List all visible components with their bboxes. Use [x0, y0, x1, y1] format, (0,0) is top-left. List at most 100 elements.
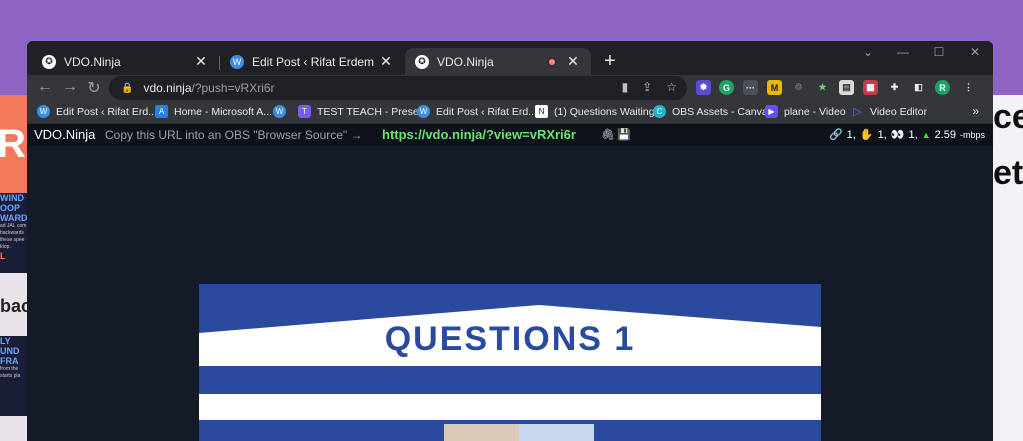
- bookmark-label: Home - Microsoft A...: [174, 105, 273, 118]
- reload-icon[interactable]: ↻: [84, 78, 104, 98]
- bookmark-item[interactable]: W Edit Post ‹ Rifat Erd...: [417, 105, 537, 118]
- extensions-puzzle-icon[interactable]: ✚: [887, 80, 902, 95]
- minimize-icon[interactable]: —: [893, 45, 913, 59]
- hand-icon: ✋: [859, 129, 874, 141]
- video-icon: ▶: [765, 105, 778, 118]
- bookmarks-more-button[interactable]: »: [972, 104, 979, 118]
- extension-star-icon[interactable]: ★: [815, 80, 830, 95]
- background-right-panel: [993, 95, 1023, 441]
- tab-search-icon[interactable]: ⌄: [858, 45, 878, 59]
- tab-vdo-ninja-1[interactable]: ✪ VDO.Ninja ✕: [32, 48, 219, 75]
- close-icon[interactable]: ✕: [193, 53, 209, 70]
- bookmark-item[interactable]: A Home - Microsoft A...: [155, 105, 272, 118]
- bookmarks-bar: W Edit Post ‹ Rifat Erd... A Home - Micr…: [27, 101, 993, 124]
- maximize-icon[interactable]: ☐: [929, 45, 949, 59]
- bg-card1-line: WIND: [0, 193, 24, 203]
- link-icon: 🔗: [828, 129, 843, 141]
- vdo-header: VDO.Ninja Copy this URL into an OBS "Bro…: [27, 124, 993, 146]
- bg-card2-small: from the: [0, 366, 19, 372]
- bitrate-value: 2.59: [934, 128, 956, 141]
- wordpress-icon: W: [417, 105, 430, 118]
- background-orange-block: R: [0, 95, 28, 193]
- save-icon[interactable]: 💾: [617, 128, 631, 141]
- tab-strip: ✪ VDO.Ninja ✕ W Edit Post ‹ Rifat Erdem …: [27, 41, 993, 75]
- browser-window: ✪ VDO.Ninja ✕ W Edit Post ‹ Rifat Erdem …: [27, 41, 993, 441]
- vdo-page: VDO.Ninja Copy this URL into an OBS "Bro…: [27, 124, 993, 441]
- recording-icon: [547, 56, 557, 67]
- bg-card1-small: ad JAI, com: [0, 223, 27, 229]
- close-icon[interactable]: ✕: [378, 53, 394, 70]
- lock-icon: 🔒: [121, 82, 134, 94]
- bookmark-label: plane - Video: [784, 105, 846, 118]
- white-stripe: [199, 394, 821, 420]
- browser-toolbar: ← → ↻ 🔒 vdo.ninja /?push=vRXri6r ▮ ⇪ ☆ ✹…: [27, 75, 993, 101]
- bookmark-label: Edit Post ‹ Rifat Erd...: [436, 105, 537, 118]
- omnibox-actions: ▮ ⇪ ☆: [622, 80, 677, 94]
- tab-title: VDO.Ninja: [64, 54, 121, 69]
- tab-vdo-ninja-active[interactable]: ✪ VDO.Ninja ✕: [405, 48, 591, 75]
- teach-icon: T: [298, 105, 311, 118]
- forward-icon[interactable]: →: [60, 78, 80, 96]
- extension-m-icon[interactable]: M: [767, 80, 782, 95]
- back-icon[interactable]: ←: [35, 78, 55, 96]
- extension-dots-icon[interactable]: ···: [743, 80, 758, 95]
- notion-icon: N: [535, 105, 548, 118]
- bg-card2-line: FRA: [0, 356, 19, 366]
- address-path: /?push=vRXri6r: [191, 81, 275, 95]
- bookmark-item[interactable]: ▶ plane - Video: [765, 105, 846, 118]
- video-title: QUESTIONS 1: [384, 320, 636, 358]
- extension-window-icon[interactable]: ▤: [839, 80, 854, 95]
- vdo-brand: VDO.Ninja: [34, 127, 96, 142]
- tab-title: Edit Post ‹ Rifat Erdem Sahin — V: [252, 54, 378, 69]
- vdo-ninja-icon: ✪: [415, 54, 429, 69]
- vdo-stats: 🔗 1, ✋ 1, 👀 1, ▲ 2.59 -mbps: [828, 128, 985, 142]
- background-card-1: WIND OOP WARD ad JAI, com backwards thes…: [0, 193, 28, 273]
- copy-link-icon[interactable]: 🖇: [601, 128, 615, 141]
- bg-card1-tail: L: [0, 251, 6, 261]
- bg-card2-line: UND: [0, 346, 20, 356]
- vdo-hint: Copy this URL into an OBS "Browser Sourc…: [105, 128, 363, 142]
- bookmark-item[interactable]: W: [273, 105, 292, 118]
- wordpress-icon: W: [273, 105, 286, 118]
- bookmark-item[interactable]: W Edit Post ‹ Rifat Erd...: [37, 105, 157, 118]
- menu-icon[interactable]: ⋮: [961, 80, 976, 95]
- view-link[interactable]: https://vdo.ninja/?view=vRXri6r: [382, 127, 576, 142]
- window-close-icon[interactable]: ✕: [965, 45, 985, 59]
- tab-edit-post[interactable]: W Edit Post ‹ Rifat Erdem Sahin — V ✕: [220, 48, 404, 75]
- bookmark-label: Video Editor: [870, 105, 928, 118]
- tab-title: VDO.Ninja: [437, 54, 494, 69]
- bitrate-unit: -mbps: [959, 129, 985, 140]
- background-text: bac: [0, 296, 28, 316]
- profile-avatar[interactable]: R: [935, 80, 950, 95]
- camera-icon[interactable]: ▮: [622, 80, 629, 94]
- bookmark-item[interactable]: ▷ Video Editor: [851, 105, 928, 119]
- extension-gear-icon[interactable]: ✹: [696, 80, 711, 95]
- bookmark-label: TEST TEACH - Prese...: [317, 105, 428, 118]
- bookmark-star-icon[interactable]: ☆: [666, 80, 677, 94]
- background-right-text-2: et: [993, 154, 1023, 192]
- bg-card1-small: these spee: [0, 237, 25, 243]
- grammarly-icon[interactable]: G: [719, 80, 734, 95]
- viewers-icon: 👀: [890, 129, 905, 141]
- side-panel-icon[interactable]: ◧: [911, 80, 926, 95]
- video-frame-graphic: [199, 284, 821, 441]
- hands-count: 1,: [877, 128, 887, 141]
- bookmark-item[interactable]: T TEST TEACH - Prese...: [298, 105, 427, 118]
- upload-arrow-icon: ▲: [921, 129, 931, 140]
- new-tab-button[interactable]: +: [600, 50, 620, 73]
- vdo-ninja-icon: ✪: [42, 54, 56, 69]
- bookmark-label: Edit Post ‹ Rifat Erd...: [56, 105, 157, 118]
- bookmark-item[interactable]: C OBS Assets - Canva: [653, 105, 768, 118]
- address-bar[interactable]: 🔒 vdo.ninja /?push=vRXri6r ▮ ⇪ ☆: [109, 76, 687, 100]
- bg-card1-small: backwards: [0, 230, 24, 236]
- background-right-text-1: ce: [993, 98, 1023, 136]
- share-icon[interactable]: ⇪: [642, 80, 652, 94]
- bookmark-item[interactable]: N (1) Questions Waiting: [535, 105, 655, 118]
- canva-icon: C: [653, 105, 666, 118]
- address-host: vdo.ninja: [143, 81, 192, 95]
- bookmark-label: OBS Assets - Canva: [672, 105, 768, 118]
- extension-red-icon[interactable]: ▦: [863, 80, 878, 95]
- close-icon[interactable]: ✕: [565, 53, 581, 70]
- recycle-icon[interactable]: ♲: [791, 80, 806, 95]
- thumbnail-strip-2: [519, 424, 594, 441]
